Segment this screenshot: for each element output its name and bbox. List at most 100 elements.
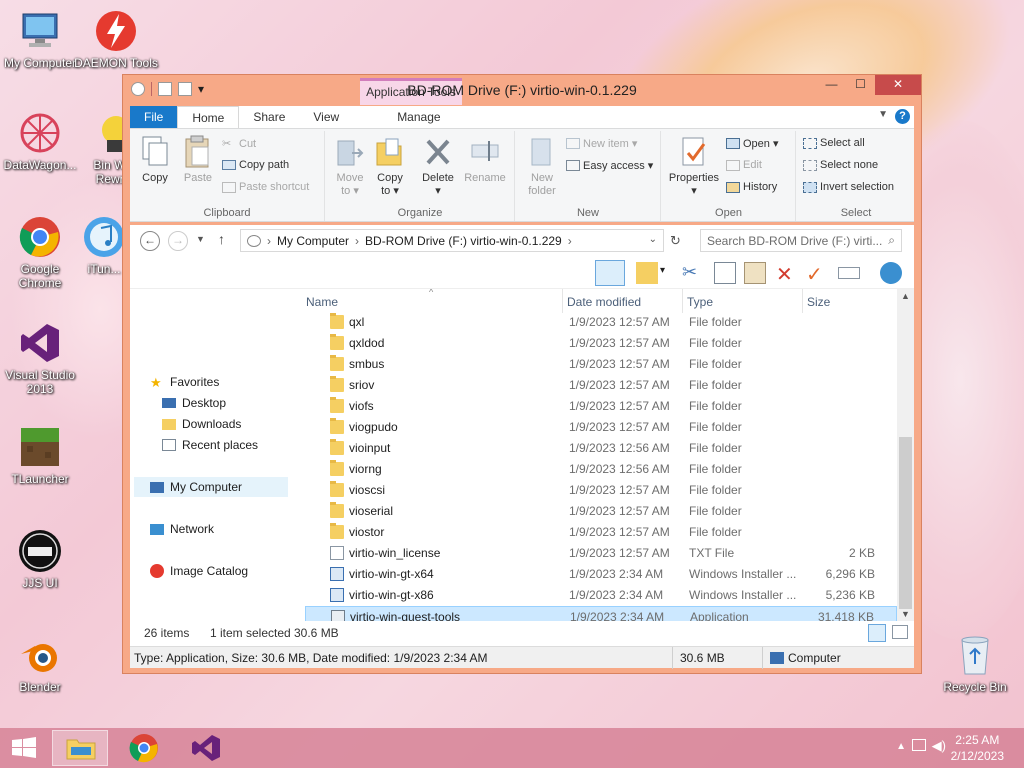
- options-dropdown-icon[interactable]: ▾: [660, 265, 670, 287]
- file-row[interactable]: qxldod 1/9/2023 12:57 AM File folder: [305, 333, 897, 354]
- address-box[interactable]: › My Computer › BD-ROM Drive (F:) virtio…: [240, 229, 664, 252]
- nav-favorites[interactable]: ★ Favorites: [150, 375, 219, 390]
- title-bar[interactable]: ▾ Application Tools BD-ROM Drive (F:) vi…: [123, 75, 921, 105]
- paste-button[interactable]: Paste: [178, 135, 218, 185]
- details-view-icon[interactable]: [868, 624, 886, 642]
- desktop-icon-visual-studio[interactable]: Visual Studio 2013: [0, 320, 82, 396]
- column-header-size[interactable]: Size: [807, 295, 830, 313]
- invert-selection-button[interactable]: Invert selection: [803, 181, 894, 193]
- address-dropdown-icon[interactable]: ⌄: [649, 234, 657, 245]
- preview-pane-icon[interactable]: [595, 260, 625, 286]
- properties-button[interactable]: Properties ▾: [666, 135, 722, 198]
- new-item-button[interactable]: New item ▾: [566, 137, 637, 150]
- taskbar-clock[interactable]: 2:25 AM 2/12/2023: [951, 732, 1004, 764]
- breadcrumb-my-computer[interactable]: My Computer: [277, 234, 349, 248]
- move-to-button[interactable]: Move to ▾: [332, 135, 368, 198]
- file-row[interactable]: viostor 1/9/2023 12:57 AM File folder: [305, 522, 897, 543]
- desktop-icon-my-computer[interactable]: My Computer: [0, 8, 82, 70]
- help-icon[interactable]: ?: [895, 109, 910, 124]
- column-header-date[interactable]: Date modified: [567, 295, 641, 313]
- breadcrumb-drive[interactable]: BD-ROM Drive (F:) virtio-win-0.1.229: [365, 234, 562, 248]
- tab-view[interactable]: View: [299, 106, 353, 128]
- column-header-type[interactable]: Type: [687, 295, 713, 313]
- rename-button[interactable]: Rename: [462, 135, 508, 185]
- desktop-icon-daemon-tools[interactable]: DAEMON Tools: [74, 8, 158, 70]
- copy-to-button[interactable]: Copy to ▾: [372, 135, 408, 198]
- file-row[interactable]: virtio-win-gt-x86 1/9/2023 2:34 AM Windows…: [305, 585, 897, 606]
- recent-locations-chevron-icon[interactable]: ▼: [196, 234, 205, 244]
- back-button[interactable]: ←: [140, 231, 160, 251]
- column-separator[interactable]: [802, 289, 803, 313]
- paste-icon[interactable]: [744, 262, 766, 284]
- nav-recent-places[interactable]: Recent places: [162, 438, 258, 452]
- refresh-icon[interactable]: ↻: [670, 233, 681, 249]
- desktop-icon-blender[interactable]: Blender: [0, 632, 82, 694]
- start-button[interactable]: [0, 730, 48, 766]
- file-row[interactable]: sriov 1/9/2023 12:57 AM File folder: [305, 375, 897, 396]
- file-row[interactable]: virtio-win-gt-x64 1/9/2023 2:34 AM Windows…: [305, 564, 897, 585]
- file-row[interactable]: vioserial 1/9/2023 12:57 AM File folder: [305, 501, 897, 522]
- checkmark-icon[interactable]: ✓: [806, 262, 828, 286]
- taskbar-visual-studio[interactable]: [178, 730, 234, 766]
- maximize-button[interactable]: ☐: [846, 75, 875, 95]
- minimize-button[interactable]: —: [817, 75, 846, 95]
- desktop-icon-recycle-bin[interactable]: Recycle Bin: [933, 632, 1017, 694]
- folder-options-icon[interactable]: [636, 262, 658, 284]
- close-button[interactable]: ✕: [875, 75, 921, 95]
- nav-my-computer[interactable]: My Computer: [134, 477, 288, 497]
- delete-icon[interactable]: ✕: [776, 262, 798, 286]
- show-hidden-icons[interactable]: ▲: [896, 741, 906, 752]
- file-row[interactable]: viogpudo 1/9/2023 12:57 AM File folder: [305, 417, 897, 438]
- desktop-icon-jjs-ui[interactable]: JJS UI: [0, 528, 82, 590]
- nav-downloads[interactable]: Downloads: [162, 417, 241, 431]
- collapse-ribbon-icon[interactable]: ▼: [878, 109, 888, 120]
- copy-path-button[interactable]: Copy path: [222, 159, 289, 171]
- nav-image-catalog[interactable]: Image Catalog: [150, 564, 248, 578]
- globe-icon[interactable]: [880, 262, 902, 284]
- forward-button[interactable]: →: [168, 231, 188, 251]
- desktop-icon-datawagon[interactable]: DataWagon...: [0, 110, 82, 172]
- open-button[interactable]: Open ▾: [726, 137, 779, 150]
- up-button[interactable]: ↑: [218, 231, 225, 247]
- desktop-icon-tlauncher[interactable]: TLauncher: [0, 424, 82, 486]
- column-separator[interactable]: [682, 289, 683, 313]
- volume-icon[interactable]: ◀): [932, 738, 946, 754]
- taskbar-chrome[interactable]: [116, 730, 172, 766]
- taskbar-file-explorer[interactable]: [52, 730, 108, 766]
- scroll-down-icon[interactable]: ▼: [901, 609, 910, 619]
- column-header-name[interactable]: Name: [306, 295, 338, 313]
- tab-file[interactable]: File: [130, 106, 178, 128]
- delete-button[interactable]: Delete ▾: [418, 135, 458, 198]
- nav-network[interactable]: Network: [150, 522, 214, 536]
- edit-button[interactable]: Edit: [726, 159, 762, 171]
- file-row[interactable]: virtio-win_license 1/9/2023 12:57 AM TXT F…: [305, 543, 897, 564]
- cut-icon[interactable]: ✂: [682, 262, 704, 284]
- network-tray-icon[interactable]: [912, 739, 926, 751]
- history-button[interactable]: History: [726, 181, 777, 193]
- file-row[interactable]: vioscsi 1/9/2023 12:57 AM File folder: [305, 480, 897, 501]
- file-row[interactable]: smbus 1/9/2023 12:57 AM File folder: [305, 354, 897, 375]
- file-row[interactable]: qxl 1/9/2023 12:57 AM File folder: [305, 312, 897, 333]
- copy-icon[interactable]: [714, 262, 736, 284]
- file-row[interactable]: viorng 1/9/2023 12:56 AM File folder: [305, 459, 897, 480]
- select-none-button[interactable]: Select none: [803, 159, 878, 171]
- copy-button[interactable]: Copy: [136, 135, 174, 185]
- tab-share[interactable]: Share: [239, 106, 299, 128]
- vertical-scrollbar[interactable]: ▲ ▼: [897, 289, 914, 621]
- desktop-icon-google-chrome[interactable]: Google Chrome: [0, 214, 82, 290]
- tab-home[interactable]: Home: [177, 106, 240, 128]
- column-separator[interactable]: [562, 289, 563, 313]
- nav-desktop[interactable]: Desktop: [162, 396, 226, 410]
- easy-access-button[interactable]: Easy access ▾: [566, 159, 653, 172]
- tab-manage[interactable]: Manage: [383, 106, 454, 128]
- paste-shortcut-button[interactable]: Paste shortcut: [222, 181, 309, 193]
- scroll-up-icon[interactable]: ▲: [901, 291, 910, 301]
- new-folder-button[interactable]: New folder: [522, 135, 562, 198]
- scrollbar-thumb[interactable]: [899, 437, 912, 609]
- select-all-button[interactable]: Select all: [803, 137, 865, 149]
- file-row[interactable]: virtio-win-guest-tools 1/9/2023 2:34 AM Ap…: [305, 606, 897, 621]
- rename-icon[interactable]: [838, 267, 860, 279]
- search-input[interactable]: Search BD-ROM Drive (F:) virti... ⌕: [700, 229, 902, 252]
- large-icons-view-icon[interactable]: [892, 625, 908, 639]
- file-row[interactable]: vioinput 1/9/2023 12:56 AM File folder: [305, 438, 897, 459]
